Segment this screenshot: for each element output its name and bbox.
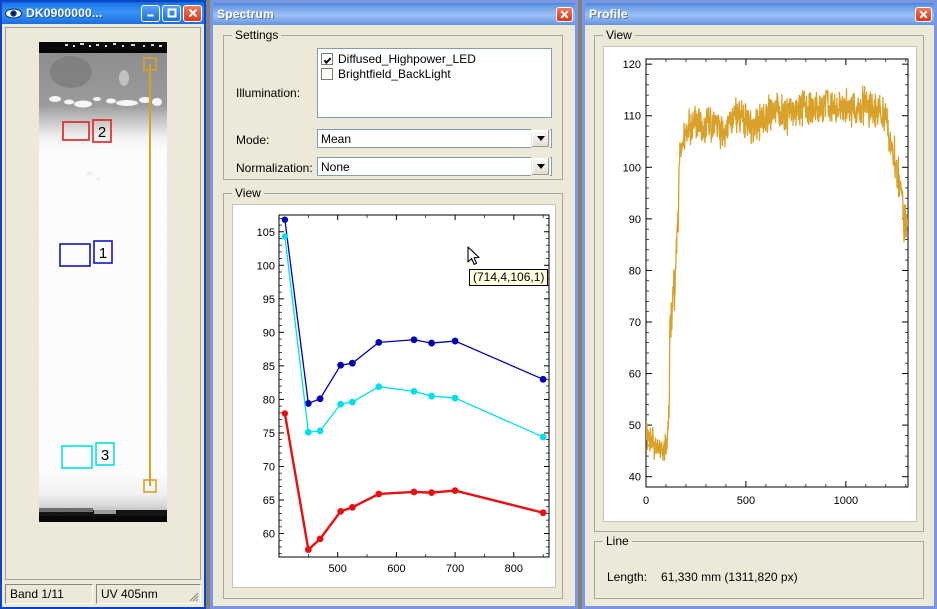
mode-label: Mode: <box>236 133 270 147</box>
svg-text:700: 700 <box>446 563 464 575</box>
settings-group: Settings Illumination: Diffused_Highpowe… <box>223 28 563 180</box>
illumination-option-brightfield[interactable]: Brightfield_BackLight <box>321 66 548 81</box>
profile-plot-panel[interactable]: 40 50 60 70 80 90 100 110 120 0 500 1000 <box>603 46 917 522</box>
profile-title: Profile <box>589 7 628 21</box>
status-wavelength-text: UV 405nm <box>101 587 158 601</box>
svg-text:100: 100 <box>257 260 275 272</box>
roi-label-2: 2 <box>98 124 106 141</box>
svg-text:90: 90 <box>629 214 641 226</box>
roi-label-3: 3 <box>101 447 109 464</box>
svg-text:75: 75 <box>263 428 275 440</box>
mode-select[interactable]: Mean <box>317 129 552 148</box>
spectrum-view-group-title: View <box>232 186 264 200</box>
svg-text:100: 100 <box>623 162 641 174</box>
profile-view-group: View 40 50 60 70 80 90 100 110 120 0 500 1000 <box>594 28 924 532</box>
profile-view-group-title: View <box>603 28 635 42</box>
spectrum-chart[interactable]: 60 65 70 75 80 85 90 95 100 105 500 600 700 800 <box>233 205 555 587</box>
spectrum-window: Spectrum Settings Illumination: Diffused… <box>210 0 578 609</box>
roi-box-3[interactable] <box>61 445 93 469</box>
sample-image: 2 1 3 <box>39 42 167 522</box>
image-canvas[interactable]: 2 1 3 <box>5 27 201 580</box>
image-window-titlebar[interactable]: DK0900000... <box>2 2 204 24</box>
illumination-listbox[interactable]: Diffused_Highpower_LED Brightfield_BackL… <box>317 48 552 118</box>
line-length-value: 61,330 mm (1311,820 px) <box>661 570 798 584</box>
normalization-label: Normalization: <box>236 161 313 175</box>
mouse-cursor-icon <box>467 246 480 265</box>
illumination-label: Illumination: <box>236 86 301 100</box>
svg-text:0: 0 <box>643 495 649 507</box>
line-length-row: Length: 61,330 mm (1311,820 px) <box>607 570 798 584</box>
svg-text:80: 80 <box>629 265 641 277</box>
illumination-option-diffused[interactable]: Diffused_Highpower_LED <box>321 51 548 66</box>
close-button[interactable] <box>183 4 202 22</box>
status-wavelength: UV 405nm <box>96 584 201 604</box>
svg-text:95: 95 <box>263 294 275 306</box>
svg-text:110: 110 <box>623 111 641 123</box>
normalization-value: None <box>321 159 350 174</box>
spectrum-view-group: View 60 65 70 75 80 85 90 95 100 105 500 600 700 800 … <box>223 186 563 599</box>
spectrum-tooltip: (714,4,106,1) <box>469 269 549 286</box>
illumination-option-label: Diffused_Highpower_LED <box>338 51 476 66</box>
settings-group-title: Settings <box>232 28 282 42</box>
svg-text:60: 60 <box>629 369 641 381</box>
spectrum-plot-panel[interactable]: 60 65 70 75 80 85 90 95 100 105 500 600 700 800 <box>232 204 556 588</box>
normalization-select[interactable]: None <box>317 157 552 176</box>
svg-text:50: 50 <box>629 420 641 432</box>
line-group: Line Length: 61,330 mm (1311,820 px) <box>594 534 924 599</box>
profile-close-button[interactable] <box>915 6 932 22</box>
profile-titlebar[interactable]: Profile <box>585 3 934 25</box>
minimize-button[interactable] <box>141 4 160 22</box>
svg-text:40: 40 <box>629 472 641 484</box>
status-band: Band 1/11 <box>5 584 93 604</box>
roi-label-1: 1 <box>99 245 107 262</box>
profile-window: Profile View 40 50 60 70 80 90 100 110 120 0 500 10… <box>582 0 937 609</box>
svg-text:60: 60 <box>263 529 275 541</box>
svg-text:70: 70 <box>629 317 641 329</box>
roi-box-1[interactable] <box>59 243 91 267</box>
image-window-controls <box>141 4 202 22</box>
svg-text:90: 90 <box>263 327 275 339</box>
image-status-bar: Band 1/11 UV 405nm <box>5 584 201 604</box>
desktop: DK0900000... 2 1 3 Band 1/11 UV 405nm Sp… <box>0 0 937 609</box>
chevron-down-icon[interactable] <box>531 157 550 176</box>
resize-grip-icon[interactable] <box>187 590 199 602</box>
svg-text:80: 80 <box>263 394 275 406</box>
svg-text:800: 800 <box>505 563 523 575</box>
spectrum-close-button[interactable] <box>556 6 573 22</box>
eye-icon <box>5 8 22 18</box>
svg-text:70: 70 <box>263 461 275 473</box>
roi-box-2[interactable] <box>62 121 90 141</box>
svg-text:500: 500 <box>737 495 755 507</box>
checkbox-unchecked-icon[interactable] <box>321 67 333 80</box>
svg-text:65: 65 <box>263 495 275 507</box>
chevron-down-icon[interactable] <box>531 129 550 148</box>
svg-text:105: 105 <box>257 227 275 239</box>
maximize-button[interactable] <box>162 4 181 22</box>
image-window-title: DK0900000... <box>26 6 103 20</box>
svg-text:600: 600 <box>387 563 405 575</box>
svg-text:1000: 1000 <box>834 495 858 507</box>
line-length-label: Length: <box>607 570 648 584</box>
mode-value: Mean <box>321 131 352 146</box>
svg-text:85: 85 <box>263 361 275 373</box>
checkbox-checked-icon[interactable] <box>321 52 333 65</box>
svg-text:500: 500 <box>329 563 347 575</box>
line-group-title: Line <box>603 534 632 548</box>
svg-text:120: 120 <box>623 59 641 71</box>
spectrum-title: Spectrum <box>217 7 274 21</box>
illumination-option-label: Brightfield_BackLight <box>338 66 451 81</box>
image-window: DK0900000... 2 1 3 Band 1/11 UV 405nm <box>0 0 206 609</box>
profile-chart[interactable]: 40 50 60 70 80 90 100 110 120 0 500 1000 <box>604 47 916 521</box>
roi-overlay[interactable]: 2 1 3 <box>39 42 167 522</box>
spectrum-titlebar[interactable]: Spectrum <box>213 3 575 25</box>
